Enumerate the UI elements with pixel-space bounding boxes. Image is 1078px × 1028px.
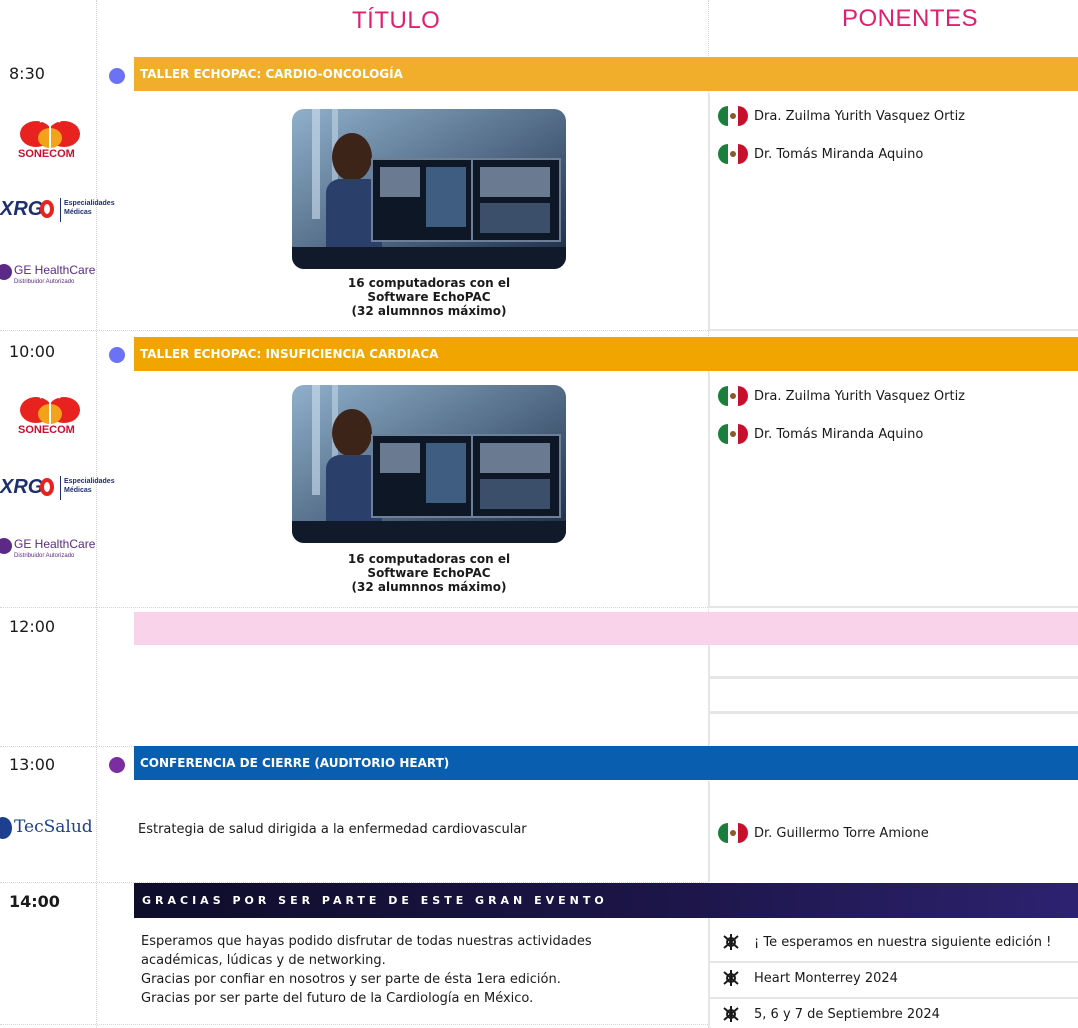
xrg-label: Especialidades Médicas: [64, 478, 115, 494]
message-line: Gracias por confiar en nosotros y ser pa…: [141, 972, 561, 987]
message-line: Esperamos que hayas podido disfrutar de …: [141, 934, 592, 949]
announcement-item: Heart Monterrey 2024: [720, 968, 898, 988]
session-time: 14:00: [9, 892, 60, 911]
session-dot: [109, 68, 125, 84]
mexico-flag-icon: [718, 386, 748, 406]
heart-event-icon: [723, 970, 739, 986]
mexico-flag-icon: [718, 823, 748, 843]
row-divider: [708, 676, 1078, 679]
speaker-item: Dra. Zuilma Yurith Vasquez Ortiz: [718, 106, 965, 126]
speaker-item: Dr. Tomás Miranda Aquino: [718, 144, 923, 164]
session-time: 10:00: [9, 342, 56, 361]
sonecom-logo: SONECOM: [14, 384, 88, 444]
message-line: Gracias por ser parte del futuro de la C…: [141, 991, 534, 1006]
session-title: TALLER ECHOPAC: INSUFICIENCIA CARDIACA: [140, 347, 439, 361]
speaker-name: Dra. Zuilma Yurith Vasquez Ortiz: [754, 388, 966, 404]
workshop-photo-image: [292, 109, 566, 269]
ge-label: GE HealthCare: [14, 537, 96, 551]
session-dot: [109, 757, 125, 773]
ge-logo: GE HealthCare Distribuidor Autorizado: [0, 262, 96, 292]
caption-line: 16 computadoras con el: [347, 276, 511, 290]
speaker-item: Dra. Zuilma Yurith Vasquez Ortiz: [718, 386, 965, 406]
ge-sublabel: Distribuidor Autorizado: [14, 279, 75, 285]
session-title-bar: TALLER ECHOPAC: CARDIO-ONCOLOGÍA: [134, 57, 1078, 91]
row-divider: [0, 607, 708, 608]
session-title: CONFERENCIA DE CIERRE (AUDITORIO HEART): [140, 756, 450, 770]
session-time: 8:30: [9, 64, 45, 83]
announcement-text: ¡ Te esperamos en nuestra siguiente edic…: [754, 934, 1052, 950]
mexico-flag-icon: [718, 144, 748, 164]
closing-message: Esperamos que hayas podido disfrutar de …: [141, 932, 701, 1008]
caption-line: Software EchoPAC: [367, 566, 491, 580]
sonecom-logo: SONECOM: [14, 108, 88, 168]
sonecom-label: SONECOM: [18, 424, 75, 436]
speaker-item: Dr. Tomás Miranda Aquino: [718, 424, 923, 444]
session-time: 12:00: [9, 617, 56, 636]
break-bar: [134, 612, 1078, 645]
caption-line: (32 alumnnos máximo): [351, 304, 507, 318]
ge-label: GE HealthCare: [14, 263, 96, 277]
announcement-text: 5, 6 y 7 de Septiembre 2024: [754, 1006, 940, 1022]
announcement-item: 5, 6 y 7 de Septiembre 2024: [720, 1004, 940, 1024]
caption-line: Software EchoPAC: [367, 290, 491, 304]
row-divider: [0, 1024, 708, 1025]
workshop-caption: 16 computadoras con el Software EchoPAC (3…: [320, 552, 538, 594]
column-title-header: TÍTULO: [352, 7, 441, 34]
tecsalud-icon: [0, 817, 12, 839]
speaker-name: Dr. Tomás Miranda Aquino: [754, 146, 924, 162]
speaker-name: Dra. Zuilma Yurith Vasquez Ortiz: [754, 108, 966, 124]
session-title-bar: TALLER ECHOPAC: INSUFICIENCIA CARDIACA: [134, 337, 1078, 371]
row-divider: [708, 961, 1078, 963]
workshop-photo-image: [292, 385, 566, 543]
announcement-item: ¡ Te esperamos en nuestra siguiente edic…: [720, 932, 1051, 952]
heart-event-icon: [723, 1006, 739, 1022]
message-line: académicas, lúdicas y de networking.: [141, 953, 386, 968]
tecsalud-logo: TecSalud: [0, 815, 94, 845]
speakers-panel: [708, 645, 1078, 745]
xrg-red-stroke: [40, 478, 54, 496]
session-title-bar: CONFERENCIA DE CIERRE (AUDITORIO HEART): [134, 746, 1078, 780]
talk-title: Estrategia de salud dirigida a la enferm…: [138, 822, 527, 837]
tecsalud-label: TecSalud: [14, 817, 93, 837]
guide-line: [96, 0, 97, 1028]
ge-sublabel: Distribuidor Autorizado: [14, 553, 75, 559]
workshop-photo: [292, 109, 566, 269]
ge-icon: [0, 264, 12, 280]
mexico-flag-icon: [718, 424, 748, 444]
xrg-logo: XRG Especialidades Médicas: [0, 196, 115, 230]
row-divider: [708, 711, 1078, 714]
xrg-mark: XRG: [0, 198, 44, 220]
xrg-label: Especialidades Médicas: [64, 200, 115, 216]
speaker-item: Dr. Guillermo Torre Amione: [718, 823, 929, 843]
speaker-name: Dr. Guillermo Torre Amione: [754, 825, 929, 841]
xrg-mark: XRG: [0, 476, 44, 498]
closing-title-bar: GRACIAS POR SER PARTE DE ESTE GRAN EVENT…: [134, 883, 1078, 918]
column-speakers-header: PONENTES: [842, 5, 979, 32]
ge-logo: GE HealthCare Distribuidor Autorizado: [0, 536, 96, 566]
speakers-panel: [708, 93, 1078, 331]
session-time: 13:00: [9, 755, 56, 774]
row-divider: [0, 330, 708, 331]
caption-line: 16 computadoras con el: [347, 552, 511, 566]
session-dot: [109, 347, 125, 363]
announcement-text: Heart Monterrey 2024: [754, 970, 898, 986]
xrg-logo: XRG Especialidades Médicas: [0, 474, 115, 508]
ge-icon: [0, 538, 12, 554]
heart-event-icon: [723, 934, 739, 950]
sonecom-label: SONECOM: [18, 148, 75, 160]
speakers-panel: [708, 372, 1078, 608]
closing-title: GRACIAS POR SER PARTE DE ESTE GRAN EVENT…: [142, 894, 608, 907]
speaker-name: Dr. Tomás Miranda Aquino: [754, 426, 924, 442]
workshop-caption: 16 computadoras con el Software EchoPAC (3…: [320, 276, 538, 318]
mexico-flag-icon: [718, 106, 748, 126]
xrg-divider: [60, 198, 61, 222]
workshop-photo: [292, 385, 566, 543]
xrg-divider: [60, 476, 61, 500]
session-title: TALLER ECHOPAC: CARDIO-ONCOLOGÍA: [140, 67, 403, 81]
xrg-red-stroke: [40, 200, 54, 218]
caption-line: (32 alumnnos máximo): [351, 580, 507, 594]
row-divider: [708, 997, 1078, 999]
